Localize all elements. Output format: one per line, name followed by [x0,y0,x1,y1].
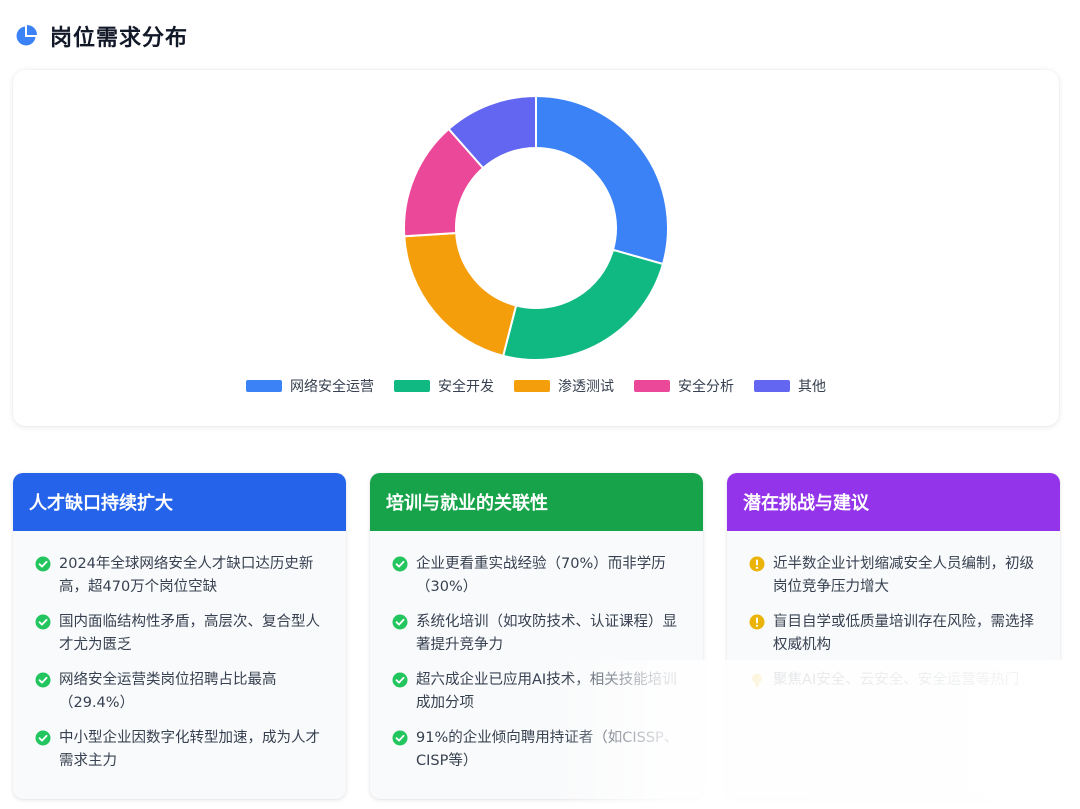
list-item-text: 网络安全运营类岗位招聘占比最高（29.4%） [59,672,277,711]
legend-item[interactable]: 安全分析 [634,376,734,396]
legend-swatch [634,380,670,392]
legend-swatch [394,380,430,392]
legend-item[interactable]: 网络安全运营 [246,376,374,396]
list-item-text: 中小型企业因数字化转型加速，成为人才需求主力 [59,730,320,769]
donut-slice-2[interactable] [501,248,665,361]
check-circle-icon [35,556,51,572]
donut-slice-3[interactable] [403,231,518,358]
legend-swatch [514,380,550,392]
list-item: 系统化培训（如攻防技术、认证课程）显著提升竞争力 [392,611,687,657]
legend-item[interactable]: 安全开发 [394,376,494,396]
list-item: 盲目自学或低质量培训存在风险，需选择权威机构 [749,611,1044,657]
legend-label: 网络安全运营 [290,379,374,395]
card-header: 人才缺口持续扩大 [13,473,346,531]
donut-slice-1[interactable] [535,94,669,266]
list-item: 聚焦AI安全、云安全、安全运营等热门 [749,669,1044,692]
exclamation-circle-icon [749,556,765,572]
card-header: 潜在挑战与建议 [727,473,1060,531]
card-training-employment: 培训与就业的关联性 企业更看重实战经验（70%）而非学历（30%） 系统化培训（… [370,473,703,799]
legend-label: 其他 [798,379,826,395]
legend-label: 安全分析 [678,379,734,395]
check-circle-icon [392,672,408,688]
exclamation-circle-icon [749,614,765,630]
card-header: 培训与就业的关联性 [370,473,703,531]
card-list: 2024年全球网络安全人才缺口达历史新高，超470万个岗位空缺 国内面临结构性矛… [13,531,346,773]
card-list: 企业更看重实战经验（70%）而非学历（30%） 系统化培训（如攻防技术、认证课程… [370,531,703,773]
check-circle-icon [392,614,408,630]
list-item-text: 2024年全球网络安全人才缺口达历史新高，超470万个岗位空缺 [59,556,314,595]
chart-card: 网络安全运营 安全开发 渗透测试 安全分析 其他 [13,70,1059,426]
list-item: 国内面临结构性矛盾，高层次、复合型人才尤为匮乏 [35,611,330,657]
list-item-text: 系统化培训（如攻防技术、认证课程）显著提升竞争力 [416,614,677,653]
chart-legend: 网络安全运营 安全开发 渗透测试 安全分析 其他 [13,376,1059,396]
list-item: 2024年全球网络安全人才缺口达历史新高，超470万个岗位空缺 [35,553,330,599]
card-challenges: 潜在挑战与建议 近半数企业计划缩减安全人员编制，初级岗位竞争压力增大 盲目自学或… [727,473,1060,799]
page: 岗位需求分布 网络安全运营 安全开发 渗透测试 安全分析 其他 人才缺口持续扩大 202… [0,0,1080,809]
list-item: 91%的企业倾向聘用持证者（如CISSP、CISP等） [392,727,687,773]
legend-item[interactable]: 渗透测试 [514,376,614,396]
list-item-text: 91%的企业倾向聘用持证者（如CISSP、CISP等） [416,730,679,769]
section-header: 岗位需求分布 [14,20,188,52]
check-circle-icon [392,556,408,572]
check-circle-icon [35,614,51,630]
card-talent-gap: 人才缺口持续扩大 2024年全球网络安全人才缺口达历史新高，超470万个岗位空缺… [13,473,346,799]
legend-label: 安全开发 [438,379,494,395]
list-item-text: 超六成企业已应用AI技术，相关技能培训成加分项 [416,672,677,711]
card-list: 近半数企业计划缩减安全人员编制，初级岗位竞争压力增大 盲目自学或低质量培训存在风… [727,531,1060,692]
donut-chart [403,94,669,361]
list-item: 超六成企业已应用AI技术，相关技能培训成加分项 [392,669,687,715]
list-item: 中小型企业因数字化转型加速，成为人才需求主力 [35,727,330,773]
check-circle-icon [35,730,51,746]
list-item: 近半数企业计划缩减安全人员编制，初级岗位竞争压力增大 [749,553,1044,599]
list-item: 网络安全运营类岗位招聘占比最高（29.4%） [35,669,330,715]
check-circle-icon [392,730,408,746]
legend-item[interactable]: 其他 [754,376,826,396]
check-circle-icon [35,672,51,688]
list-item-text: 聚焦AI安全、云安全、安全运营等热门 [773,672,1020,688]
pie-chart-icon [14,24,38,48]
list-item-text: 盲目自学或低质量培训存在风险，需选择权威机构 [773,614,1034,653]
list-item-text: 近半数企业计划缩减安全人员编制，初级岗位竞争压力增大 [773,556,1034,595]
list-item: 企业更看重实战经验（70%）而非学历（30%） [392,553,687,599]
legend-swatch [246,380,282,392]
list-item-text: 国内面临结构性矛盾，高层次、复合型人才尤为匮乏 [59,614,320,653]
section-title: 岗位需求分布 [50,26,189,51]
lightbulb-icon [749,672,765,688]
list-item-text: 企业更看重实战经验（70%）而非学历（30%） [416,556,666,595]
legend-label: 渗透测试 [558,379,614,395]
legend-swatch [754,380,790,392]
